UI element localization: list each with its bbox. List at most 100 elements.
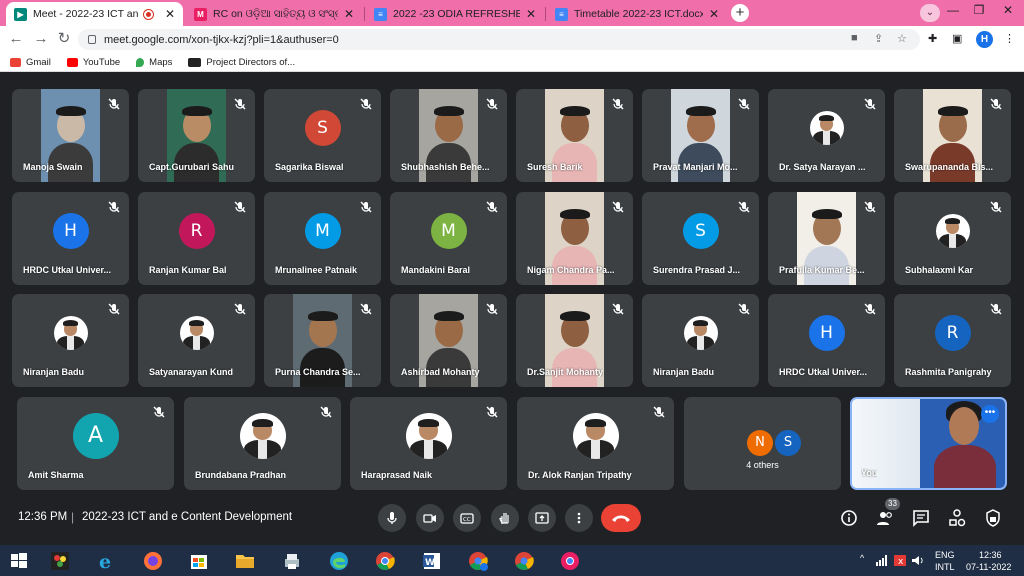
participant-tile[interactable]: Brundabana Pradhan	[184, 397, 341, 490]
word-icon[interactable]: W	[421, 550, 443, 572]
participant-tile[interactable]: A Amit Sharma	[17, 397, 174, 490]
participant-tile[interactable]: Nigam Chandra Pa...	[516, 192, 633, 285]
participant-tile[interactable]: Prafulla Kumar Be...	[768, 192, 885, 285]
participant-tile[interactable]: S Surendra Prasad J...	[642, 192, 759, 285]
meeting-details-icon[interactable]	[839, 508, 859, 528]
close-tab-icon[interactable]: ✕	[344, 7, 354, 21]
tray-overflow-icon[interactable]: ^	[860, 553, 864, 563]
people-icon[interactable]	[875, 508, 895, 528]
windows-start-icon[interactable]	[8, 550, 30, 572]
classroom-icon: M	[194, 7, 207, 21]
others-tile[interactable]: N S 4 others	[684, 397, 841, 490]
extensions-icon[interactable]: ✚	[928, 32, 937, 45]
participant-tile[interactable]: Ashirbad Mohanty	[390, 294, 507, 387]
participant-tile[interactable]: Niranjan Badu	[12, 294, 129, 387]
store-icon[interactable]	[188, 550, 210, 572]
tab-search-chevron-icon[interactable]: ⌄	[920, 4, 940, 22]
participant-tile[interactable]: H HRDC Utkal Univer...	[12, 192, 129, 285]
bookmark-gmail[interactable]: Gmail	[10, 57, 51, 68]
input-language-top[interactable]: ENG	[935, 550, 955, 560]
more-options-button[interactable]	[565, 504, 593, 532]
bookmark-maps[interactable]: Maps	[136, 57, 172, 68]
close-tab-icon[interactable]: ✕	[165, 7, 175, 21]
network-icon[interactable]	[876, 555, 888, 566]
back-arrow-icon[interactable]: ←	[7, 30, 25, 48]
chrome-menu-icon[interactable]: ⋮	[1004, 32, 1015, 45]
participant-tile[interactable]: Subhalaxmi Kar	[894, 192, 1011, 285]
maximize-icon[interactable]: ❐	[965, 3, 993, 17]
end-call-button[interactable]	[601, 504, 641, 532]
present-screen-button[interactable]	[528, 504, 556, 532]
participant-tile[interactable]: Satyanarayan Kund	[138, 294, 255, 387]
taskbar-date[interactable]: 07-11-2022	[966, 562, 1011, 572]
internet-explorer-icon[interactable]: e	[96, 550, 118, 572]
minimize-icon[interactable]: —	[939, 3, 967, 17]
forward-arrow-icon[interactable]: →	[32, 30, 50, 48]
edge-icon[interactable]	[328, 550, 350, 572]
participant-tile[interactable]: Dr. Satya Narayan ...	[768, 89, 885, 182]
raise-hand-button[interactable]	[491, 504, 519, 532]
captions-button[interactable]: CC	[453, 504, 481, 532]
participant-tile[interactable]: Dr. Alok Ranjan Tripathy	[517, 397, 674, 490]
taskbar-time[interactable]: 12:36	[979, 550, 1002, 560]
participant-name: Purna Chandra Se...	[275, 367, 361, 377]
participant-tile[interactable]: Niranjan Badu	[642, 294, 759, 387]
warning-icon[interactable]: x	[894, 555, 906, 566]
chrome-icon[interactable]	[374, 550, 396, 572]
volume-icon[interactable]	[912, 555, 924, 566]
camera-in-use-icon[interactable]: ■	[851, 32, 858, 44]
activities-icon[interactable]	[947, 508, 967, 528]
bookmark-star-icon[interactable]: ☆	[897, 32, 907, 45]
side-panel-icon[interactable]: ▣	[952, 32, 962, 45]
close-tab-icon[interactable]: ✕	[526, 7, 536, 21]
participant-tile[interactable]: Capt.Gurubari Sahu	[138, 89, 255, 182]
participant-tile[interactable]: H HRDC Utkal Univer...	[768, 294, 885, 387]
chrome-profile-h-icon[interactable]	[467, 550, 489, 572]
participant-tile[interactable]: Haraprasad Naik	[350, 397, 507, 490]
firefox-icon[interactable]	[142, 550, 164, 572]
host-controls-icon[interactable]	[983, 508, 1003, 528]
participant-tile[interactable]: Manoja Swain	[12, 89, 129, 182]
reload-icon[interactable]: ↻	[55, 30, 73, 48]
participant-tile[interactable]: Shubhashish Behe...	[390, 89, 507, 182]
self-tile[interactable]: ••• You	[850, 397, 1007, 490]
participant-tile[interactable]: S Sagarika Biswal	[264, 89, 381, 182]
tab-meet[interactable]: ▶ Meet - 2022-23 ICT and e Co ✕	[6, 2, 183, 26]
chat-icon[interactable]	[911, 508, 931, 528]
chrome-profile-3-icon[interactable]	[559, 550, 581, 572]
participant-tile[interactable]: R Ranjan Kumar Bal	[138, 192, 255, 285]
address-bar[interactable]: meet.google.com/xon-tjkx-kzj?pli=1&authu…	[78, 29, 920, 50]
camera-button[interactable]	[416, 504, 444, 532]
close-window-icon[interactable]: ✕	[994, 3, 1022, 17]
profile-avatar[interactable]: H	[976, 31, 993, 48]
participant-tile[interactable]: M Mrunalinee Patnaik	[264, 192, 381, 285]
participant-tile[interactable]: R Rashmita Panigrahy	[894, 294, 1011, 387]
microphone-button[interactable]	[378, 504, 406, 532]
participant-tile[interactable]: Purna Chandra Se...	[264, 294, 381, 387]
meeting-clock: 12:36 PM	[18, 511, 68, 523]
close-tab-icon[interactable]: ✕	[709, 7, 719, 21]
share-icon[interactable]: ⇪	[874, 32, 883, 45]
meeting-title: 2022-23 ICT and e Content Development	[82, 511, 293, 523]
participant-tile[interactable]: Suresh Barik	[516, 89, 633, 182]
paint-app-icon[interactable]	[49, 550, 71, 572]
bookmark-youtube[interactable]: YouTube	[66, 57, 120, 68]
tab-title: Timetable 2022-23 ICT.docx - Go	[574, 8, 703, 20]
participant-avatar: R	[934, 315, 971, 352]
input-language-bottom[interactable]: INTL	[935, 562, 955, 572]
participant-tile[interactable]: Dr.Sanjit Mohanty	[516, 294, 633, 387]
tab-timetable[interactable]: ≡ Timetable 2022-23 ICT.docx - Go ✕	[547, 2, 727, 26]
participant-tile[interactable]: Pravat Manjari Mo...	[642, 89, 759, 182]
more-options-icon[interactable]: •••	[981, 405, 999, 423]
participant-tile[interactable]: M Mandakini Baral	[390, 192, 507, 285]
participant-tile[interactable]: Swarupananda Bis...	[894, 89, 1011, 182]
muted-mic-icon	[864, 98, 876, 110]
new-tab-button[interactable]: +	[731, 4, 749, 22]
tab-odia-refresher[interactable]: ≡ 2022 -23 ODIA REFRESHER COU ✕	[366, 2, 544, 26]
muted-mic-icon	[864, 201, 876, 213]
file-explorer-icon[interactable]	[234, 550, 256, 572]
bookmark-project-directors[interactable]: Project Directors of...	[188, 57, 295, 68]
tab-classroom[interactable]: M RC on ଓଡ଼ିଆ ସାହିତ୍ୟ ଓ ସଂସ୍କୃତି: Sche ✕	[186, 2, 362, 26]
chrome-profile-2-icon[interactable]	[513, 550, 535, 572]
printer-app-icon[interactable]	[281, 550, 303, 572]
